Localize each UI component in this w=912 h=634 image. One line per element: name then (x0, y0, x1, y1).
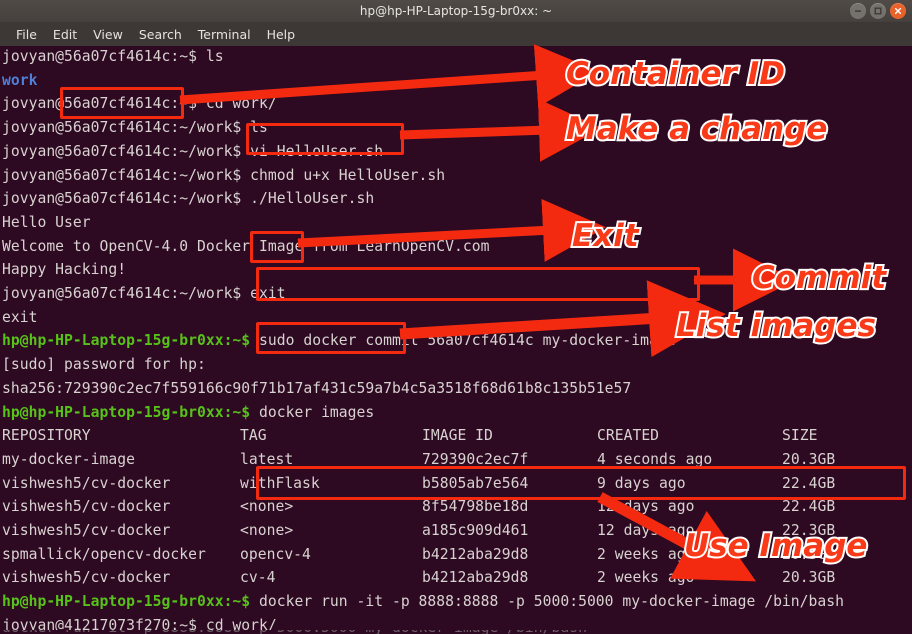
terminal-prompt-line: hp@hp-HP-Laptop-15g-br0xx:~$ docker imag… (2, 404, 374, 421)
menu-search[interactable]: Search (131, 25, 190, 44)
table-cell: 729390c2ec7f (422, 450, 529, 468)
container-prompt: jovyan@56a07cf4614c:~$ (2, 95, 206, 113)
table-cell: b4212aba29d8 (422, 545, 529, 563)
column-header: IMAGE ID (422, 427, 493, 445)
menu-help[interactable]: Help (259, 25, 304, 44)
table-cell: opencv-4 (240, 545, 311, 563)
table-cell: 20.3GB (782, 569, 836, 587)
terminal-output[interactable]: jovyan@56a07cf4614c:~$ ls work jovyan@56a0… (0, 46, 912, 634)
host-prompt: hp@hp-HP-Laptop-15g-br0xx:~$ (2, 332, 260, 350)
menu-view[interactable]: View (85, 25, 131, 44)
menu-file[interactable]: File (8, 25, 45, 44)
terminal-output-line: Hello User (2, 214, 91, 231)
command-text: vi HelloUser.sh (250, 142, 384, 160)
table-cell: vishwesh5/cv-docker (2, 474, 171, 492)
command-text: sudo docker commit 56a07cf4614c my-docke… (259, 332, 676, 350)
menu-edit[interactable]: Edit (45, 25, 85, 44)
terminal-output-line: sha256:729390c2ec7f559166c90f71b17af431c… (2, 380, 631, 397)
terminal-prompt-line: jovyan@56a07cf4614c:~/work$ ls (2, 119, 268, 136)
table-cell: vishwesh5/cv-docker (2, 498, 171, 516)
output-text: Welcome to OpenCV-4.0 Docker Image from … (2, 237, 490, 255)
table-cell: vishwesh5/cv-docker (2, 569, 171, 587)
output-text: Happy Hacking! (2, 261, 127, 279)
terminal-prompt-line: jovyan@56a07cf4614c:~$ ls (2, 48, 224, 65)
terminal-output-line: [sudo] password for hp: (2, 356, 206, 373)
container-prompt: jovyan@56a07cf4614c:~/work$ (2, 285, 251, 302)
table-cell: spmallick/opencv-docker (2, 545, 206, 563)
container-prompt: jovyan@56a07cf4614c:~/work$ (2, 190, 251, 208)
table-cell: 9 days ago (597, 474, 686, 492)
menu-terminal[interactable]: Terminal (190, 25, 259, 44)
table-cell: 22.4GB (782, 498, 836, 516)
table-cell: b5805ab7e564 (422, 474, 529, 492)
table-cell: 20.3GB (782, 450, 836, 468)
column-header: SIZE (782, 427, 818, 445)
window-title: hp@hp-HP-Laptop-15g-br0xx: ~ (359, 4, 553, 18)
table-cell: withFlask (240, 474, 320, 492)
output-text: exit (2, 308, 38, 326)
table-cell: vishwesh5/cv-docker (2, 522, 171, 539)
table-cell: <none> (240, 522, 294, 539)
command-text: ls (250, 119, 268, 137)
output-text: [sudo] password for hp: (2, 356, 206, 374)
column-header: REPOSITORY (2, 427, 91, 445)
window-controls (850, 3, 906, 19)
table-cell: 22.4GB (782, 474, 836, 492)
minimize-button[interactable] (850, 3, 866, 19)
terminal-prompt-line: jovyan@56a07cf4614c:~/work$ chmod u+x He… (2, 167, 445, 184)
output-text: sha256:729390c2ec7f559166c90f71b17af431c… (2, 379, 632, 397)
output-text: work (2, 71, 38, 89)
scrollback-sliver: docker run -it -p 8888:8888 -p 5000:5000… (0, 630, 912, 634)
terminal-prompt-line: jovyan@56a07cf4614c:~/work$ ./HelloUser.… (2, 190, 374, 207)
window-titlebar: hp@hp-HP-Laptop-15g-br0xx: ~ (0, 0, 912, 23)
table-cell: 8f54798be18d (422, 498, 529, 516)
terminal-prompt-line: hp@hp-HP-Laptop-15g-br0xx:~$ sudo docker… (2, 332, 676, 349)
table-cell: my-docker-image (2, 450, 135, 468)
container-prompt: jovyan@56a07cf4614c:~/work$ (2, 142, 251, 160)
command-text: ./HelloUser.sh (250, 190, 375, 208)
table-cell: b4212aba29d8 (422, 569, 529, 587)
terminal-output-line: Welcome to OpenCV-4.0 Docker Image from … (2, 238, 489, 255)
host-prompt: hp@hp-HP-Laptop-15g-br0xx:~$ (2, 593, 260, 611)
table-cell: 2 weeks ago (597, 569, 695, 587)
command-text: docker run -it -p 8888:8888 -p 5000:5000… (259, 593, 844, 611)
host-prompt: hp@hp-HP-Laptop-15g-br0xx:~$ (2, 403, 260, 421)
table-cell: 4 seconds ago (597, 450, 713, 468)
table-cell: 20.3GB (782, 545, 836, 563)
command-text: ls (205, 48, 224, 65)
table-cell: latest (240, 450, 294, 468)
table-cell: a185c909d461 (422, 522, 529, 539)
table-cell: <none> (240, 498, 294, 516)
column-header: CREATED (597, 427, 660, 445)
output-text: Hello User (2, 213, 91, 231)
terminal-window: hp@hp-HP-Laptop-15g-br0xx: ~ File Edit V… (0, 0, 912, 634)
partial-line: docker run -it -p 8888:8888 -p 5000:5000… (2, 630, 587, 634)
table-cell: cv-4 (240, 569, 276, 587)
maximize-button[interactable] (870, 3, 886, 19)
table-cell: 2 weeks ago (597, 545, 695, 563)
terminal-prompt-line: jovyan@56a07cf4614c:~/work$ exit (2, 285, 286, 302)
table-cell: 12 days ago (597, 498, 695, 516)
container-prompt: jovyan@56a07cf4614c:~/work$ (2, 119, 251, 137)
command-text: docker images (259, 403, 375, 421)
close-button[interactable] (890, 3, 906, 19)
table-cell: 12 days ago (597, 522, 695, 539)
container-prompt: jovyan@56a07cf4614c:~$ (2, 48, 206, 65)
table-cell: 22.3GB (782, 522, 836, 539)
terminal-output-line: work (2, 72, 37, 89)
command-text: chmod u+x HelloUser.sh (250, 166, 446, 184)
column-header: TAG (240, 427, 267, 445)
terminal-output-line: exit (2, 309, 37, 326)
terminal-output-line: Happy Hacking! (2, 261, 126, 278)
command-text: cd work/ (205, 95, 277, 113)
command-text: exit (250, 285, 286, 302)
terminal-prompt-line: jovyan@56a07cf4614c:~/work$ vi HelloUser… (2, 143, 383, 160)
menubar: File Edit View Search Terminal Help (0, 22, 912, 47)
terminal-prompt-line: hp@hp-HP-Laptop-15g-br0xx:~$ docker run … (2, 593, 844, 610)
container-prompt: jovyan@56a07cf4614c:~/work$ (2, 166, 251, 184)
terminal-prompt-line: jovyan@56a07cf4614c:~$ cd work/ (2, 95, 277, 112)
